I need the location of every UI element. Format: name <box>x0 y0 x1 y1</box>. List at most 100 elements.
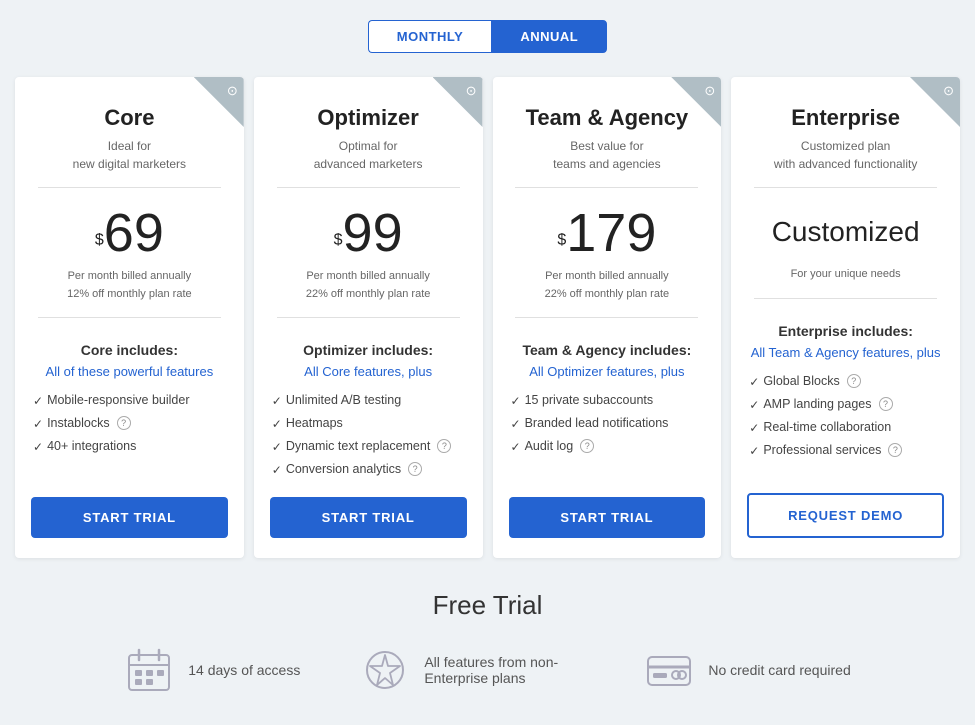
plan-name-enterprise: Enterprise <box>791 105 900 131</box>
includes-title-enterprise: Enterprise includes: <box>778 323 913 339</box>
includes-title-team: Team & Agency includes: <box>522 342 691 358</box>
price-area-team: $179 <box>557 206 656 260</box>
feature-optimizer-0: ✓Unlimited A/B testing <box>272 389 465 412</box>
check-icon: ✓ <box>272 440 282 454</box>
plan-subtitle-optimizer: Optimal for advanced marketers <box>314 137 423 173</box>
features-list-enterprise: ✓Global Blocks? ✓AMP landing pages? ✓Rea… <box>731 370 960 462</box>
check-icon: ✓ <box>749 398 759 412</box>
price-area-core: $69 <box>95 206 164 260</box>
request-demo-enterprise-btn[interactable]: REQUEST DEMO <box>747 493 944 538</box>
check-icon: ✓ <box>511 417 521 431</box>
features-list-team: ✓15 private subaccounts ✓Branded lead no… <box>493 389 722 458</box>
price-area-enterprise: Customized <box>772 206 920 258</box>
feature-optimizer-3: ✓Conversion analytics? <box>272 458 465 481</box>
check-icon: ✓ <box>749 444 759 458</box>
free-trial-section: Free Trial 14 days of access <box>0 590 975 695</box>
price-amount-core: 69 <box>104 203 164 263</box>
features-list-optimizer: ✓Unlimited A/B testing ✓Heatmaps ✓Dynami… <box>254 389 483 481</box>
feature-team-2: ✓Audit log? <box>511 435 704 458</box>
feature-enterprise-2: ✓Real-time collaboration <box>749 416 942 439</box>
info-icon[interactable]: ? <box>580 439 594 453</box>
price-symbol-team: $ <box>557 232 566 249</box>
price-symbol-optimizer: $ <box>334 232 343 249</box>
divider2-optimizer <box>277 317 460 318</box>
free-trial-text-1: All features from non-Enterprise plans <box>424 654 584 686</box>
plan-card-core: ⊙ Core Ideal for new digital marketers $… <box>15 77 244 558</box>
feature-optimizer-2: ✓Dynamic text replacement? <box>272 435 465 458</box>
annual-toggle-btn[interactable]: ANNUAL <box>491 20 607 53</box>
check-icon: ✓ <box>511 394 521 408</box>
corner-badge-icon-core: ⊙ <box>227 83 238 99</box>
price-symbol-core: $ <box>95 232 104 249</box>
check-icon: ✓ <box>33 417 43 431</box>
feature-core-2: ✓40+ integrations <box>33 435 226 458</box>
plan-card-team-agency: ⊙ Team & Agency Best value for teams and… <box>493 77 722 558</box>
divider-core <box>38 187 221 188</box>
free-trial-item-2: No credit card required <box>644 645 850 695</box>
check-icon: ✓ <box>272 463 282 477</box>
start-trial-core-btn[interactable]: START TRIAL <box>31 497 228 538</box>
star-icon <box>360 645 410 695</box>
divider2-team <box>515 317 698 318</box>
divider-optimizer <box>277 187 460 188</box>
corner-badge-icon-optimizer: ⊙ <box>466 83 477 99</box>
calendar-icon <box>124 645 174 695</box>
start-trial-team-btn[interactable]: START TRIAL <box>509 497 706 538</box>
plan-subtitle-core: Ideal for new digital marketers <box>73 137 186 173</box>
free-trial-item-1: All features from non-Enterprise plans <box>360 645 584 695</box>
corner-badge-icon-team: ⊙ <box>704 83 715 99</box>
info-icon[interactable]: ? <box>408 462 422 476</box>
price-note-core: Per month billed annually 12% off monthl… <box>67 268 192 303</box>
free-trial-item-0: 14 days of access <box>124 645 300 695</box>
feature-core-0: ✓Mobile-responsive builder <box>33 389 226 412</box>
plan-card-enterprise: ⊙ Enterprise Customized plan with advanc… <box>731 77 960 558</box>
price-customized: Customized <box>772 216 920 248</box>
includes-link-enterprise[interactable]: All Team & Agency features, plus <box>751 345 941 360</box>
free-trial-features: 14 days of access All features from non-… <box>10 645 965 695</box>
info-icon[interactable]: ? <box>437 439 451 453</box>
check-icon: ✓ <box>511 440 521 454</box>
includes-title-optimizer: Optimizer includes: <box>303 342 433 358</box>
divider-team <box>515 187 698 188</box>
divider2-enterprise <box>754 298 937 299</box>
check-icon: ✓ <box>33 394 43 408</box>
includes-title-core: Core includes: <box>81 342 178 358</box>
plan-name-core: Core <box>104 105 154 131</box>
plan-card-optimizer: ⊙ Optimizer Optimal for advanced markete… <box>254 77 483 558</box>
feature-team-0: ✓15 private subaccounts <box>511 389 704 412</box>
billing-toggle: MONTHLY ANNUAL <box>0 20 975 53</box>
divider-enterprise <box>754 187 937 188</box>
includes-link-core[interactable]: All of these powerful features <box>46 364 214 379</box>
check-icon: ✓ <box>749 375 759 389</box>
divider2-core <box>38 317 221 318</box>
info-icon[interactable]: ? <box>888 443 902 457</box>
free-trial-text-2: No credit card required <box>708 662 850 678</box>
check-icon: ✓ <box>272 394 282 408</box>
check-icon: ✓ <box>272 417 282 431</box>
feature-team-1: ✓Branded lead notifications <box>511 412 704 435</box>
feature-enterprise-0: ✓Global Blocks? <box>749 370 942 393</box>
feature-optimizer-1: ✓Heatmaps <box>272 412 465 435</box>
corner-badge-icon-enterprise: ⊙ <box>943 83 954 99</box>
includes-link-optimizer[interactable]: All Core features, plus <box>304 364 432 379</box>
includes-link-team[interactable]: All Optimizer features, plus <box>529 364 684 379</box>
check-icon: ✓ <box>749 421 759 435</box>
start-trial-optimizer-btn[interactable]: START TRIAL <box>270 497 467 538</box>
info-icon[interactable]: ? <box>879 397 893 411</box>
plan-name-optimizer: Optimizer <box>317 105 418 131</box>
plan-name-team: Team & Agency <box>526 105 689 131</box>
plan-cards-container: ⊙ Core Ideal for new digital marketers $… <box>0 77 975 558</box>
plan-subtitle-enterprise: Customized plan with advanced functional… <box>774 137 917 173</box>
price-note-team: Per month billed annually 22% off monthl… <box>545 268 670 303</box>
info-icon[interactable]: ? <box>117 416 131 430</box>
free-trial-text-0: 14 days of access <box>188 662 300 678</box>
info-icon[interactable]: ? <box>847 374 861 388</box>
price-note-optimizer: Per month billed annually 22% off monthl… <box>306 268 431 303</box>
feature-core-1: ✓Instablocks? <box>33 412 226 435</box>
feature-enterprise-1: ✓AMP landing pages? <box>749 393 942 416</box>
plan-subtitle-team: Best value for teams and agencies <box>553 137 660 173</box>
feature-enterprise-3: ✓Professional services? <box>749 439 942 462</box>
price-amount-team: 179 <box>566 203 656 263</box>
price-note-enterprise: For your unique needs <box>791 266 901 284</box>
monthly-toggle-btn[interactable]: MONTHLY <box>368 20 492 53</box>
